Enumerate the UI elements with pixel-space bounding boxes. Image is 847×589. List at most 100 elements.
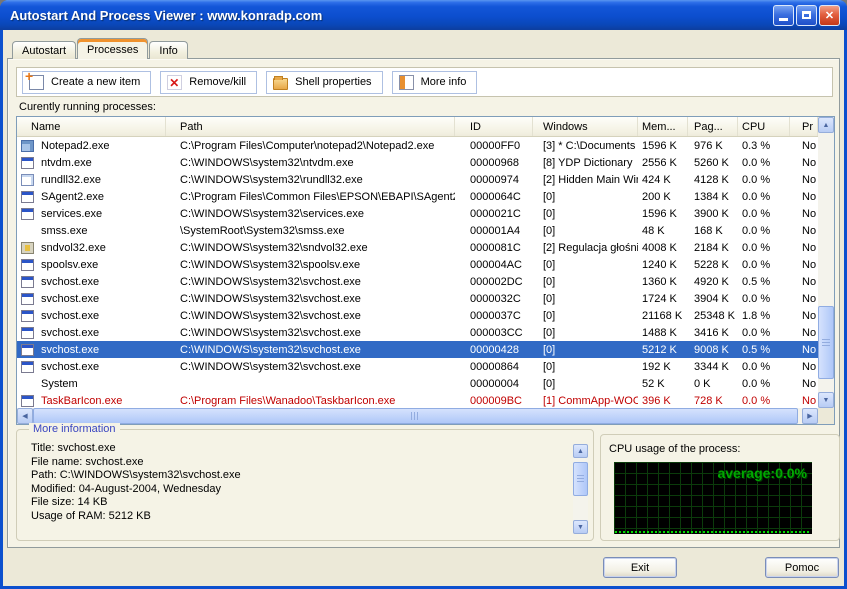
tab-strip: AutostartProcessesInfo — [12, 38, 189, 59]
process-name-cell: svchost.exe — [17, 310, 166, 322]
cpu-usage-group: CPU usage of the process: average:0.0% — [600, 434, 840, 541]
process-cpu-cell: 0.0 % — [738, 157, 790, 169]
toolbar: Create a new item Remove/kill Shell proper… — [16, 67, 833, 97]
title-bar[interactable]: Autostart And Process Viewer : www.konra… — [0, 0, 847, 30]
vertical-scroll-thumb[interactable] — [818, 306, 834, 379]
column-header-windows[interactable]: Windows — [533, 117, 638, 136]
vertical-scrollbar[interactable]: ▲ ▼ — [818, 117, 834, 408]
process-windows-cell: [0] — [533, 327, 638, 339]
help-button[interactable]: Pomoc — [765, 557, 839, 578]
column-header-name[interactable]: Name — [17, 117, 166, 136]
arrow-down-icon: ▼ — [823, 397, 830, 404]
table-row[interactable]: rundll32.exeC:\WINDOWS\system32\rundll32… — [17, 171, 818, 188]
table-row[interactable]: smss.exe\SystemRoot\System32\smss.exe000… — [17, 222, 818, 239]
process-cpu-cell: 0.0 % — [738, 174, 790, 186]
table-row[interactable]: ntvdm.exeC:\WINDOWS\system32\ntvdm.exe00… — [17, 154, 818, 171]
process-path-cell: C:\WINDOWS\system32\services.exe — [166, 208, 455, 220]
process-name: spoolsv.exe — [41, 259, 98, 271]
exit-button[interactable]: Exit — [603, 557, 677, 578]
scroll-right-button[interactable]: ▶ — [802, 408, 818, 424]
scroll-down-button[interactable]: ▼ — [818, 392, 834, 408]
process-name-cell: spoolsv.exe — [17, 259, 166, 271]
shell-properties-button[interactable]: Shell properties — [266, 71, 382, 94]
window-icon — [21, 310, 34, 322]
more-info-icon — [399, 75, 414, 90]
info-scrollbar[interactable]: ▲ ▼ — [573, 444, 588, 534]
process-mem-cell: 424 K — [638, 174, 688, 186]
process-windows-cell: [0] — [533, 191, 638, 203]
close-button[interactable]: ✕ — [819, 5, 840, 26]
process-name-cell: svchost.exe — [17, 293, 166, 305]
table-row[interactable]: svchost.exeC:\WINDOWS\system32\svchost.e… — [17, 358, 818, 375]
process-mem-cell: 4008 K — [638, 242, 688, 254]
column-header-cpu[interactable]: CPU — [738, 117, 790, 136]
arrow-right-icon: ▶ — [807, 412, 812, 420]
process-id-cell: 000004AC — [455, 259, 533, 271]
info-scroll-thumb[interactable] — [573, 462, 588, 496]
minimize-button[interactable] — [773, 5, 794, 26]
process-name: svchost.exe — [41, 344, 99, 356]
column-header-pr[interactable]: Pr — [790, 117, 818, 136]
table-row[interactable]: svchost.exeC:\WINDOWS\system32\svchost.e… — [17, 273, 818, 290]
process-pag-cell: 9008 K — [688, 344, 738, 356]
table-row[interactable]: svchost.exeC:\WINDOWS\system32\svchost.e… — [17, 307, 818, 324]
process-id-cell: 0000032C — [455, 293, 533, 305]
table-row[interactable]: System00000004[0]52 K0 K0.0 %No — [17, 375, 818, 392]
list-header: NamePathIDWindowsMem...Pag...CPUPr — [17, 117, 818, 137]
tab-autostart[interactable]: Autostart — [12, 41, 76, 59]
process-pag-cell: 3344 K — [688, 361, 738, 373]
tab-info[interactable]: Info — [149, 41, 187, 59]
process-cpu-cell: 0.5 % — [738, 344, 790, 356]
window-icon — [21, 361, 34, 373]
table-row[interactable]: SAgent2.exeC:\Program Files\Common Files… — [17, 188, 818, 205]
process-id-cell: 000001A4 — [455, 225, 533, 237]
horizontal-scrollbar[interactable]: ◀ ▶ — [17, 408, 818, 424]
column-header-path[interactable]: Path — [166, 117, 455, 136]
tab-processes[interactable]: Processes — [77, 38, 148, 59]
column-header-id[interactable]: ID — [455, 117, 533, 136]
table-row[interactable]: spoolsv.exeC:\WINDOWS\system32\spoolsv.e… — [17, 256, 818, 273]
more-info-button[interactable]: More info — [392, 71, 478, 94]
column-header-mem[interactable]: Mem... — [638, 117, 688, 136]
table-row[interactable]: sndvol32.exeC:\WINDOWS\system32\sndvol32… — [17, 239, 818, 256]
maximize-icon — [802, 11, 811, 19]
scroll-up-button[interactable]: ▲ — [573, 444, 588, 458]
process-pag-cell: 0 K — [688, 378, 738, 390]
info-line: File name: svchost.exe — [31, 456, 567, 470]
scroll-up-button[interactable]: ▲ — [818, 117, 834, 133]
process-path-cell: C:\WINDOWS\system32\svchost.exe — [166, 293, 455, 305]
process-path-cell: C:\Program Files\Computer\notepad2\Notep… — [166, 140, 455, 152]
create-a-new-item-button[interactable]: Create a new item — [22, 71, 151, 94]
table-row[interactable]: svchost.exeC:\WINDOWS\system32\svchost.e… — [17, 290, 818, 307]
process-windows-cell: [0] — [533, 276, 638, 288]
process-name: svchost.exe — [41, 310, 99, 322]
process-mem-cell: 1488 K — [638, 327, 688, 339]
process-mem-cell: 2556 K — [638, 157, 688, 169]
window-icon — [21, 208, 34, 220]
process-pr-cell: No — [790, 327, 818, 339]
maximize-button[interactable] — [796, 5, 817, 26]
column-header-pag[interactable]: Pag... — [688, 117, 738, 136]
table-row[interactable]: TaskBarIcon.exeC:\Program Files\Wanadoo\… — [17, 392, 818, 408]
horizontal-scroll-thumb[interactable] — [33, 408, 798, 424]
table-row[interactable]: services.exeC:\WINDOWS\system32\services… — [17, 205, 818, 222]
table-row[interactable]: svchost.exeC:\WINDOWS\system32\svchost.e… — [17, 341, 818, 358]
process-name-cell: System — [17, 378, 166, 390]
process-cpu-cell: 0.0 % — [738, 191, 790, 203]
remove-kill-button[interactable]: Remove/kill — [160, 71, 257, 94]
process-name-cell: services.exe — [17, 208, 166, 220]
scroll-left-button[interactable]: ◀ — [17, 408, 33, 424]
scroll-down-button[interactable]: ▼ — [573, 520, 588, 534]
process-path-cell: C:\Program Files\Common Files\EPSON\EBAP… — [166, 191, 455, 203]
process-name-cell: ntvdm.exe — [17, 157, 166, 169]
process-id-cell: 000002DC — [455, 276, 533, 288]
arrow-up-icon: ▲ — [577, 448, 584, 455]
table-row[interactable]: Notepad2.exeC:\Program Files\Computer\no… — [17, 137, 818, 154]
window-icon — [21, 327, 34, 339]
process-cpu-cell: 0.5 % — [738, 276, 790, 288]
process-id-cell: 000009BC — [455, 395, 533, 407]
process-pag-cell: 3416 K — [688, 327, 738, 339]
table-row[interactable]: svchost.exeC:\WINDOWS\system32\svchost.e… — [17, 324, 818, 341]
toolbar-button-label: Shell properties — [295, 76, 371, 88]
shell-properties-icon — [273, 78, 288, 90]
